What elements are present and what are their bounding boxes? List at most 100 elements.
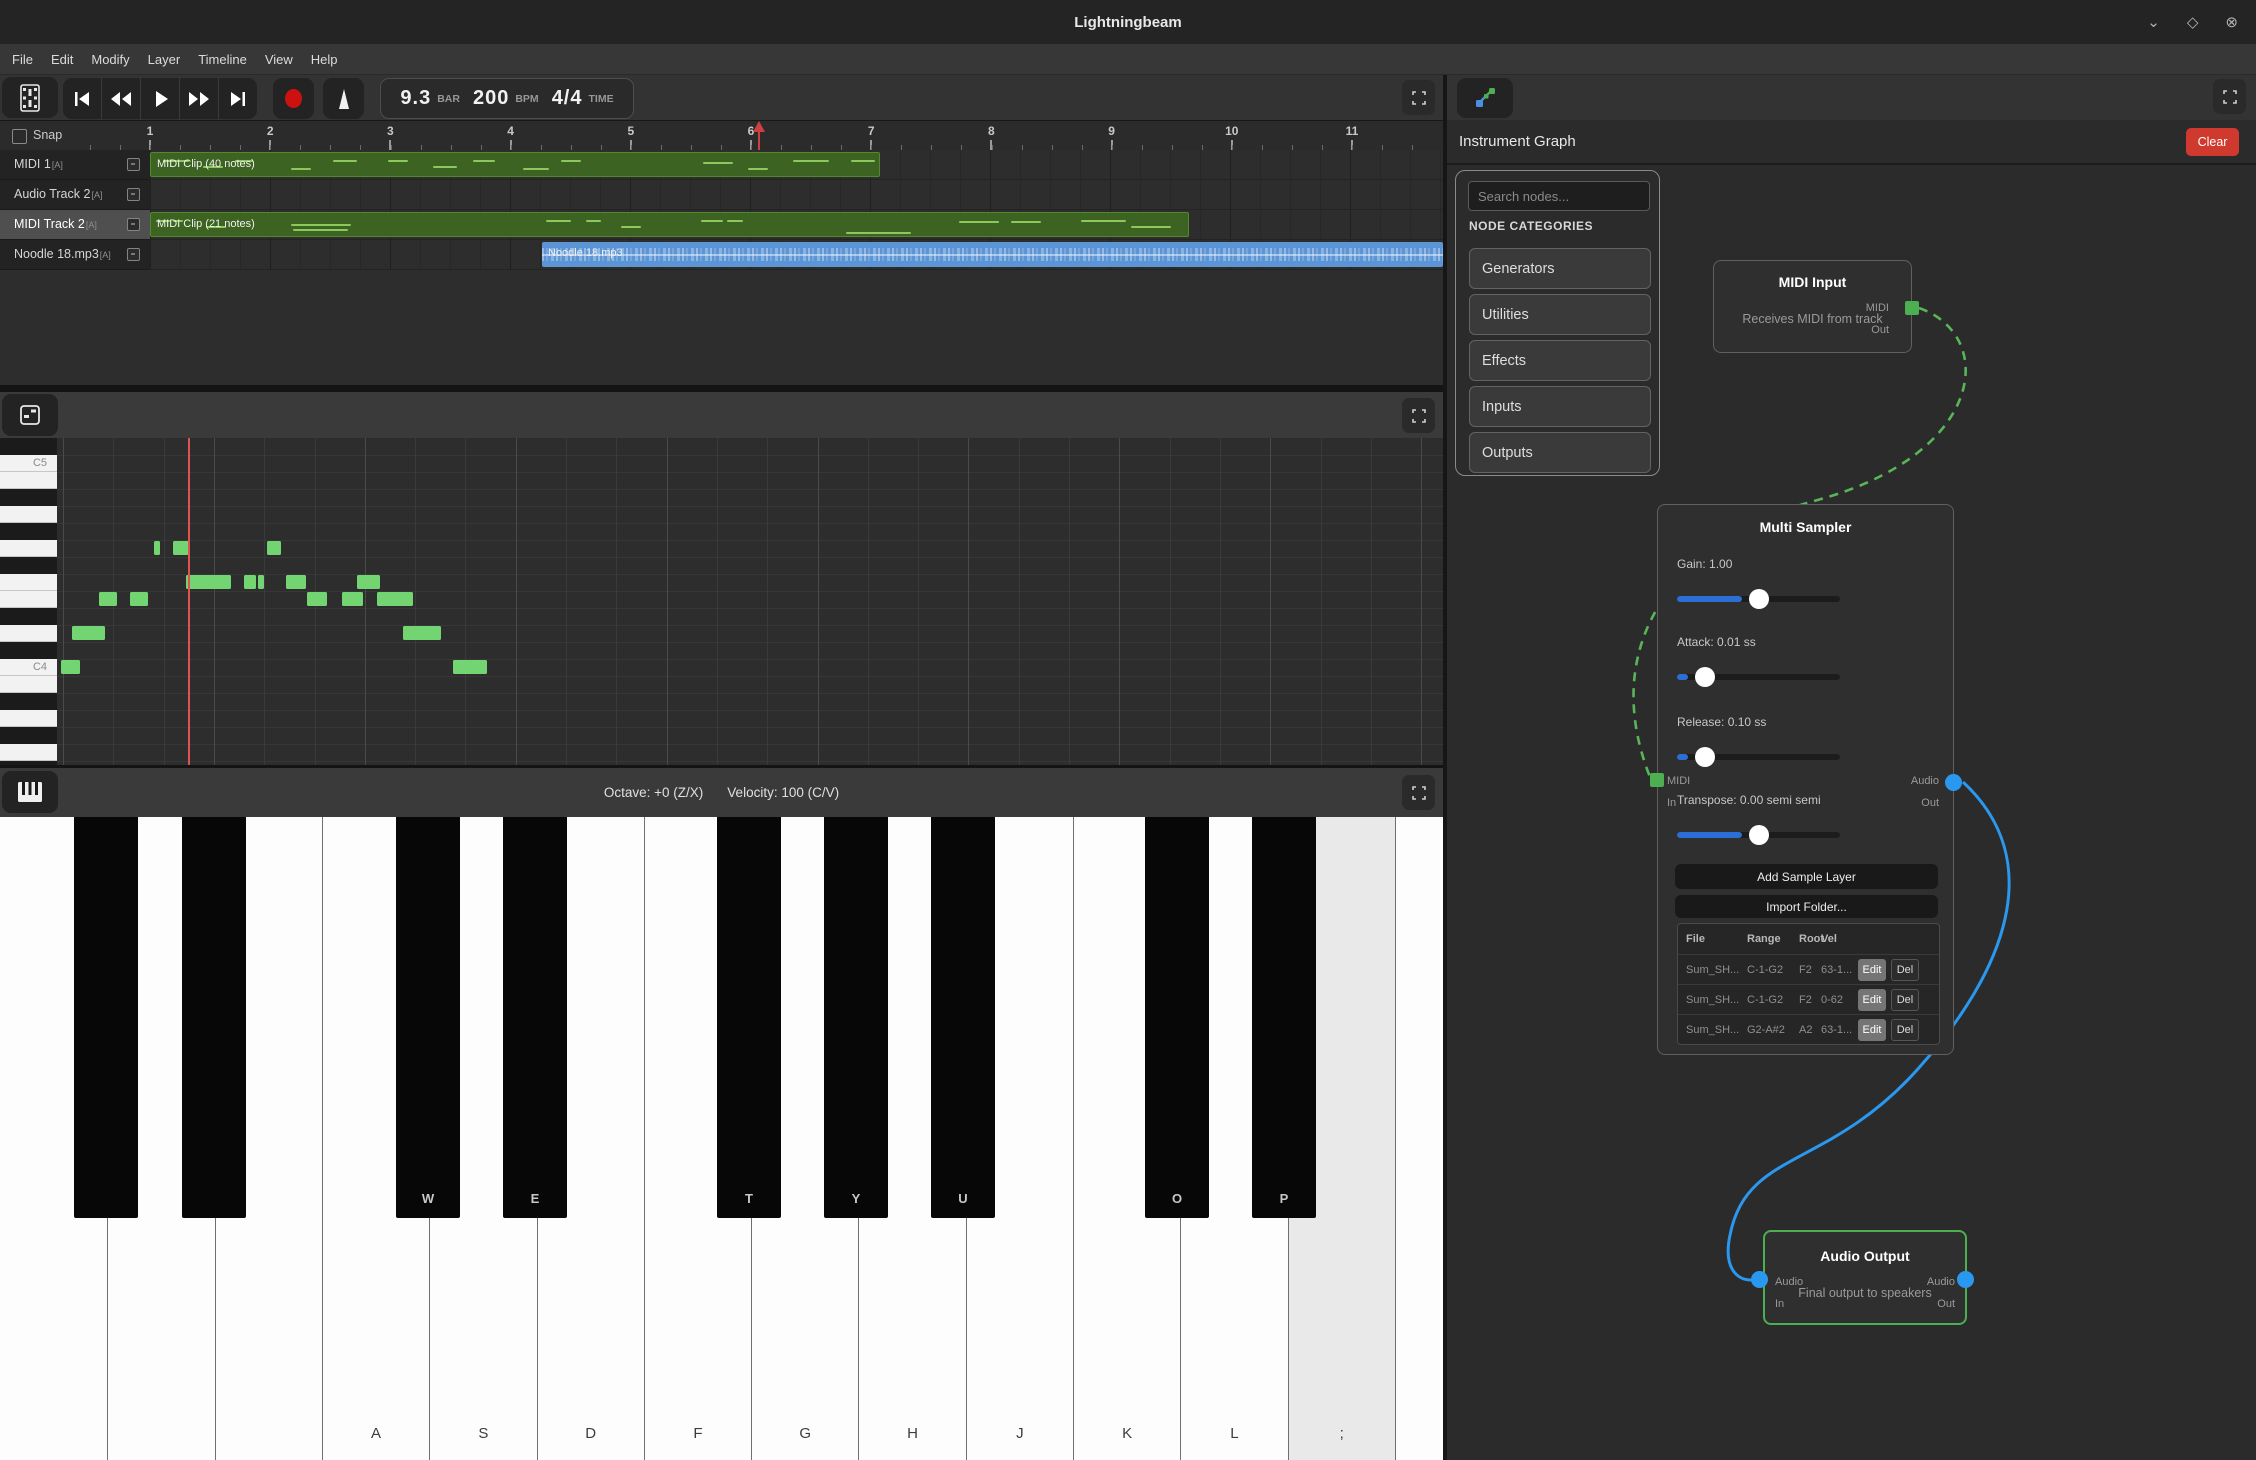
black-key-P[interactable]: P	[1252, 817, 1316, 1218]
param-slider[interactable]	[1677, 754, 1840, 760]
menu-item-modify[interactable]: Modify	[82, 44, 138, 75]
menu-item-view[interactable]: View	[256, 44, 302, 75]
timeline-expand-button[interactable]	[1402, 80, 1435, 115]
minimize-icon[interactable]: ⌄	[2147, 13, 2160, 31]
category-generators[interactable]: Generators	[1469, 248, 1651, 289]
mini-white-key[interactable]: C4	[0, 659, 57, 676]
track-checkbox[interactable]	[127, 248, 140, 261]
menu-item-file[interactable]: File	[3, 44, 42, 75]
midi-note[interactable]	[307, 592, 327, 606]
rewind-button[interactable]	[102, 78, 141, 119]
white-key[interactable]	[1395, 817, 1443, 1460]
param-slider[interactable]	[1677, 674, 1840, 680]
node-audio-output[interactable]: Audio Output Final output to speakers Au…	[1763, 1230, 1967, 1325]
midi-note[interactable]	[357, 575, 380, 589]
mini-white-key[interactable]	[0, 625, 57, 642]
mini-white-key[interactable]	[0, 591, 57, 608]
midi-note[interactable]	[377, 592, 413, 606]
import-folder-button[interactable]: Import Folder...	[1675, 895, 1938, 918]
playhead-marker[interactable]	[758, 123, 760, 151]
audio-out-port[interactable]	[1945, 774, 1962, 791]
graph-mode-button[interactable]	[1457, 78, 1513, 118]
track-checkbox[interactable]	[127, 218, 140, 231]
mini-white-key[interactable]	[0, 574, 57, 591]
mini-black-key[interactable]	[0, 727, 57, 744]
category-effects[interactable]: Effects	[1469, 340, 1651, 381]
piano-roll-grid[interactable]: C5 C4	[0, 438, 1443, 765]
menu-item-help[interactable]: Help	[302, 44, 347, 75]
snap-checkbox[interactable]	[12, 129, 27, 144]
add-sample-layer-button[interactable]: Add Sample Layer	[1675, 864, 1938, 889]
delete-button[interactable]: Del	[1891, 959, 1919, 981]
track-label-3[interactable]: MIDI Track 2[A]	[0, 210, 150, 240]
skip-to-start-button[interactable]	[63, 78, 102, 119]
category-outputs[interactable]: Outputs	[1469, 432, 1651, 473]
midi-note[interactable]	[403, 626, 441, 640]
midi-note[interactable]	[72, 626, 105, 640]
mini-white-key[interactable]	[0, 710, 57, 727]
mini-black-key[interactable]	[0, 693, 57, 710]
mini-white-key[interactable]	[0, 506, 57, 523]
mini-black-key[interactable]	[0, 642, 57, 659]
mini-white-key[interactable]	[0, 540, 57, 557]
audio-out-port[interactable]	[1957, 1271, 1974, 1288]
param-slider[interactable]	[1677, 596, 1840, 602]
slider-thumb[interactable]	[1695, 747, 1715, 767]
black-key-E[interactable]: E	[503, 817, 567, 1218]
maximize-icon[interactable]: ◇	[2187, 13, 2199, 31]
close-icon[interactable]: ⊗	[2225, 13, 2238, 31]
midi-note[interactable]	[130, 592, 148, 606]
black-key-T[interactable]: T	[717, 817, 781, 1218]
clip-midi[interactable]: MIDI Clip (40 notes)	[150, 152, 880, 177]
piano-roll-expand-button[interactable]	[1402, 398, 1435, 433]
delete-button[interactable]: Del	[1891, 989, 1919, 1011]
skip-to-end-button[interactable]	[219, 78, 257, 119]
black-key[interactable]	[182, 817, 246, 1218]
menu-item-edit[interactable]: Edit	[42, 44, 82, 75]
tracks-empty-area[interactable]	[0, 270, 1443, 385]
mini-black-key[interactable]	[0, 557, 57, 574]
clip-midi[interactable]: MIDI Clip (21 notes)	[150, 212, 1189, 237]
midi-note[interactable]	[173, 541, 189, 555]
clip-audio[interactable]: Noodle 18.mp3	[542, 242, 1443, 267]
midi-note[interactable]	[342, 592, 363, 606]
mini-white-key[interactable]: C5	[0, 455, 57, 472]
track-checkbox[interactable]	[127, 188, 140, 201]
menu-item-timeline[interactable]: Timeline	[189, 44, 256, 75]
track-checkbox[interactable]	[127, 158, 140, 171]
menu-item-layer[interactable]: Layer	[139, 44, 190, 75]
mini-black-key[interactable]	[0, 523, 57, 540]
search-input[interactable]	[1468, 181, 1650, 211]
slider-thumb[interactable]	[1749, 825, 1769, 845]
midi-out-port[interactable]	[1905, 301, 1919, 315]
midi-note[interactable]	[286, 575, 306, 589]
midi-note[interactable]	[61, 660, 80, 674]
edit-button[interactable]: Edit	[1858, 1019, 1886, 1041]
track-label-1[interactable]: MIDI 1[A]	[0, 150, 150, 180]
keyboard-expand-button[interactable]	[1402, 775, 1435, 810]
mini-black-key[interactable]	[0, 438, 57, 455]
clear-graph-button[interactable]: Clear	[2186, 128, 2239, 156]
slider-thumb[interactable]	[1695, 667, 1715, 687]
fast-forward-button[interactable]	[180, 78, 219, 119]
midi-note[interactable]	[186, 575, 231, 589]
metronome-button[interactable]	[323, 78, 364, 119]
black-key-U[interactable]: U	[931, 817, 995, 1218]
mini-white-key[interactable]	[0, 472, 57, 489]
mini-white-key[interactable]	[0, 744, 57, 761]
midi-note[interactable]	[258, 575, 264, 589]
record-button[interactable]	[273, 78, 314, 119]
category-inputs[interactable]: Inputs	[1469, 386, 1651, 427]
black-key-Y[interactable]: Y	[824, 817, 888, 1218]
mini-black-key[interactable]	[0, 489, 57, 506]
midi-note[interactable]	[267, 541, 281, 555]
play-button[interactable]	[141, 78, 180, 119]
midi-in-port[interactable]	[1650, 773, 1664, 787]
midi-note[interactable]	[244, 575, 256, 589]
category-utilities[interactable]: Utilities	[1469, 294, 1651, 335]
graph-expand-button[interactable]	[2213, 79, 2246, 114]
param-slider[interactable]	[1677, 832, 1840, 838]
track-label-4[interactable]: Noodle 18.mp3[A]	[0, 240, 150, 270]
midi-note[interactable]	[154, 541, 160, 555]
black-key-W[interactable]: W	[396, 817, 460, 1218]
